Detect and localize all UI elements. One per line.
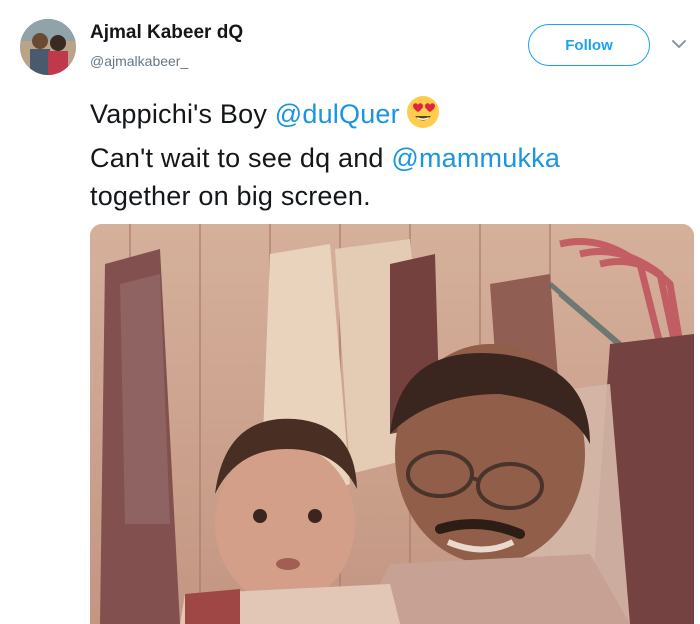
tweet-line-1-text: Vappichi's Boy	[90, 99, 275, 129]
follow-button[interactable]: Follow	[528, 24, 650, 66]
mention-dulquer[interactable]: @dulQuer	[275, 99, 400, 129]
tweet-line-1: Vappichi's Boy @dulQuer	[90, 95, 690, 139]
heart-eyes-emoji-icon	[406, 95, 440, 139]
author-handle[interactable]: @ajmalkabeer_	[90, 53, 188, 69]
avatar[interactable]	[20, 19, 76, 75]
photo-image	[90, 224, 694, 624]
avatar-image	[20, 19, 76, 75]
chevron-down-icon[interactable]	[670, 35, 688, 53]
tweet-line-2: Can't wait to see dq and @mammukka	[90, 139, 690, 177]
author-name[interactable]: Ajmal Kabeer dQ	[90, 22, 243, 44]
tweet-line-3: together on big screen.	[90, 181, 371, 211]
tweet-photo[interactable]	[90, 224, 694, 624]
tweet-text: Vappichi's Boy @dulQuer Can't wait to se…	[90, 95, 690, 215]
follow-button-label: Follow	[565, 36, 613, 54]
mention-mammukka[interactable]: @mammukka	[391, 143, 560, 173]
tweet-line-2-text: Can't wait to see dq and	[90, 143, 392, 173]
